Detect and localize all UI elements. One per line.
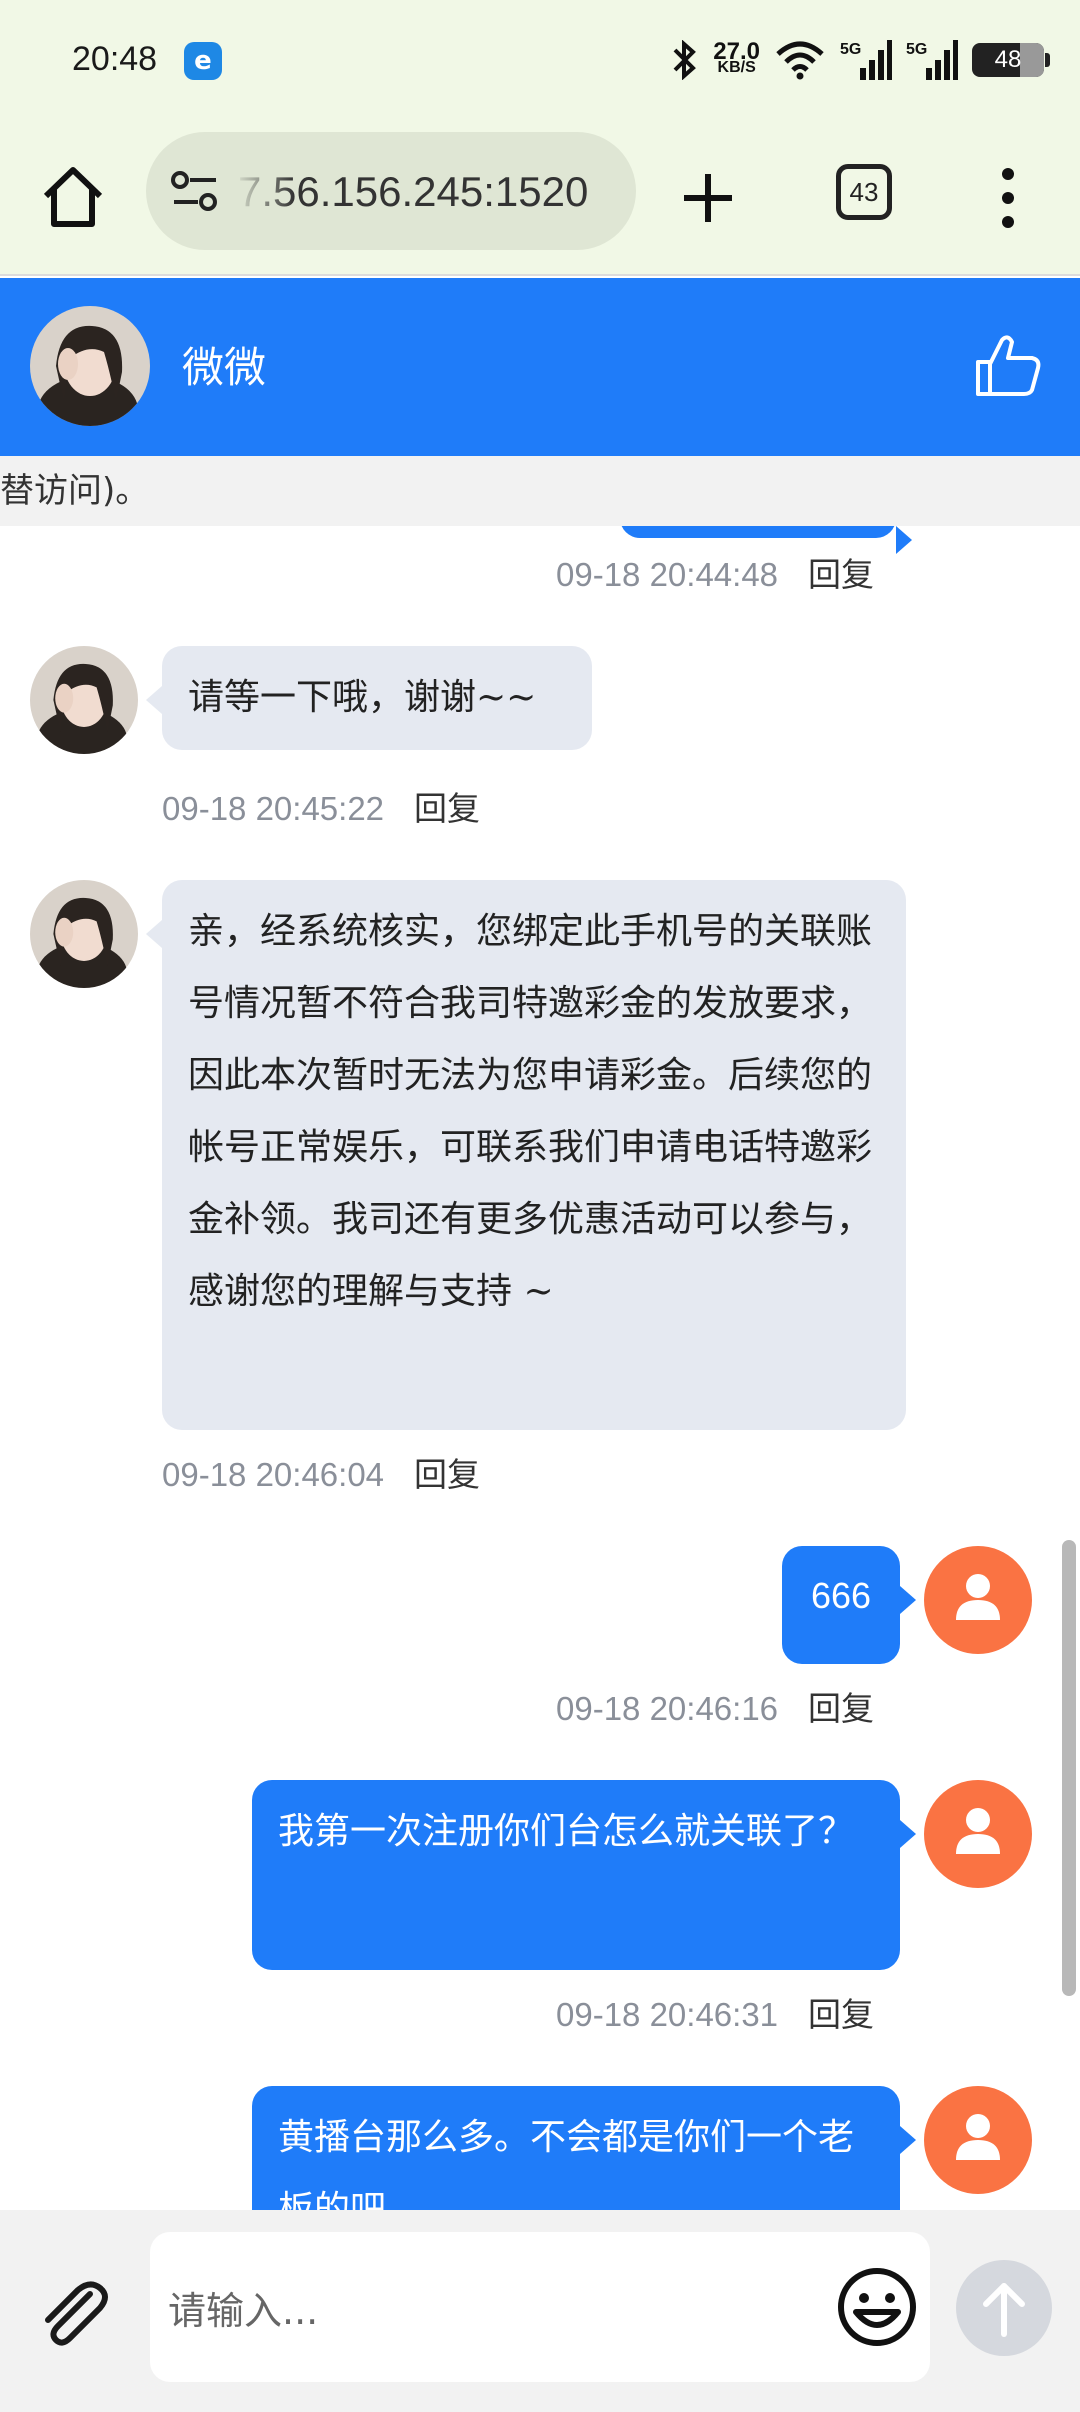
message-input-bar: 请输入...	[0, 2210, 1080, 2412]
battery-level	[1020, 43, 1044, 77]
thumbs-up-icon[interactable]	[972, 330, 1044, 402]
network-speed-unit: KB/S	[717, 59, 756, 76]
message-meta: 09-18 20:46:31 回复	[556, 1988, 874, 2036]
svg-text:5G: 5G	[906, 41, 927, 58]
site-settings-icon[interactable]	[170, 170, 220, 212]
outgoing-message-bubble: 黄播台那么多。不会都是你们一个老板的吧	[252, 2086, 916, 2210]
message-time: 09-18 20:44:48	[556, 556, 779, 593]
status-time: 20:48	[72, 40, 158, 78]
reply-link[interactable]: 回复	[414, 1455, 480, 1494]
outgoing-message-bubble: 我第一次注册你们台怎么就关联了？	[252, 1780, 916, 1970]
paperclip-icon[interactable]	[34, 2272, 114, 2352]
outgoing-message-bubble	[620, 526, 912, 554]
emoji-icon[interactable]	[832, 2262, 922, 2352]
message-list[interactable]: 09-18 20:44:48 回复 请等一下哦，谢谢~~ 09-18 20:45:…	[0, 526, 1080, 2210]
send-button[interactable]	[956, 2260, 1052, 2356]
user-avatar	[924, 2086, 1032, 2194]
message-time: 09-18 20:46:31	[556, 1996, 779, 2033]
notice-banner: 替访问)。	[0, 456, 1080, 526]
network-speed-value: 27.0	[713, 38, 760, 65]
user-avatar	[924, 1780, 1032, 1888]
message-time: 09-18 20:46:04	[162, 1456, 385, 1493]
battery-icon: 48	[972, 43, 1050, 77]
battery-percent: 48	[994, 46, 1022, 73]
contact-avatar	[30, 880, 138, 988]
network-speed: 27.0 KB/S	[713, 38, 760, 76]
url-fade	[234, 132, 294, 250]
browser-toolbar: 7.56.156.245:1520 43	[0, 120, 1080, 276]
reply-link[interactable]: 回复	[808, 1995, 874, 2034]
reply-link[interactable]: 回复	[808, 1689, 874, 1728]
message-meta: 09-18 20:44:48 回复	[556, 548, 874, 596]
incoming-message-bubble: 请等一下哦，谢谢~~	[146, 646, 592, 750]
home-icon[interactable]	[38, 162, 108, 232]
address-bar[interactable]: 7.56.156.245:1520	[146, 132, 636, 250]
status-bar: 20:48 e 27.0 KB/S 5G 5G 48	[0, 0, 1080, 120]
status-icons: 27.0 KB/S 5G 5G 48	[669, 36, 1050, 84]
5g-signal-icon: 5G	[906, 40, 958, 80]
message-meta: 09-18 20:46:16 回复	[556, 1682, 874, 1730]
contact-name: 微微	[182, 343, 267, 392]
message-time: 09-18 20:46:16	[556, 1690, 779, 1727]
bluetooth-icon	[673, 40, 697, 80]
user-avatar	[924, 1546, 1032, 1654]
message-meta: 09-18 20:46:04 回复	[162, 1448, 480, 1496]
more-menu-icon[interactable]	[986, 164, 1030, 232]
reply-link[interactable]: 回复	[808, 555, 874, 594]
contact-avatar[interactable]	[30, 306, 150, 426]
wifi-icon	[776, 41, 824, 80]
contact-avatar	[30, 646, 138, 754]
svg-text:5G: 5G	[840, 41, 861, 58]
browser-app-icon: e	[184, 42, 222, 80]
scrollbar-thumb[interactable]	[1062, 1540, 1076, 1996]
tab-switcher-button[interactable]: 43	[836, 164, 892, 220]
user-icon	[956, 1574, 1000, 1620]
message-input[interactable]: 请输入...	[150, 2232, 930, 2382]
arrow-up-icon	[983, 2283, 1025, 2337]
user-icon	[956, 2114, 1000, 2160]
message-time: 09-18 20:45:22	[162, 790, 385, 827]
outgoing-message-bubble: 666	[782, 1546, 916, 1664]
message-meta: 09-18 20:45:22 回复	[162, 782, 480, 830]
5g-signal-icon: 5G	[840, 40, 892, 80]
new-tab-icon[interactable]	[676, 166, 740, 230]
user-icon	[956, 1808, 1000, 1854]
message-input-placeholder: 请输入...	[168, 2289, 319, 2333]
reply-link[interactable]: 回复	[414, 789, 480, 828]
incoming-message-bubble: 亲，经系统核实，您绑定此手机号的关联账号情况暂不符合我司特邀彩金的发放要求，因此…	[146, 880, 906, 1430]
chat-header: 微微	[0, 278, 1080, 456]
